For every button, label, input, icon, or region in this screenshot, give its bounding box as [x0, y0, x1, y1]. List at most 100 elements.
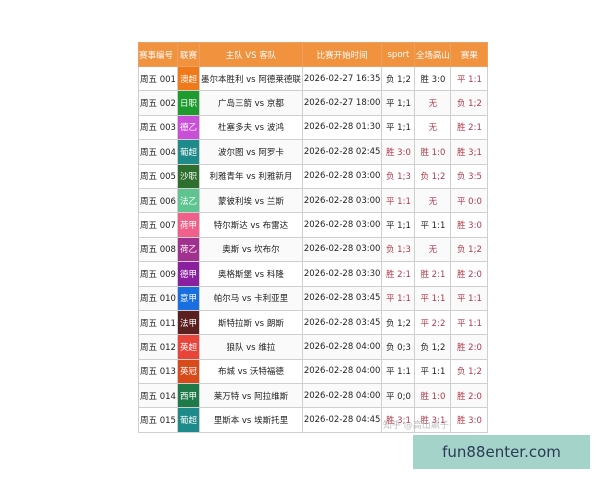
league-badge: 法甲 — [176, 309, 200, 336]
sport-pick: 平 1;1 — [381, 90, 416, 116]
match-result: 负 1;2 — [450, 236, 489, 263]
table-row: 周五 010 意甲 帕尔马 vs 卡利亚里 2026-02-28 03:45 平 1:1… — [138, 285, 489, 311]
league-badge: 英超 — [176, 334, 200, 360]
full-pick: 胜 3:0 — [414, 65, 452, 92]
sport-pick: 平 1:1 — [381, 285, 416, 311]
match-result: 胜 3:0 — [450, 212, 489, 238]
full-pick: 胜 1:0 — [414, 139, 452, 165]
full-pick: 负 1;2 — [414, 334, 452, 360]
match-time: 2026-02-28 03:00 — [301, 212, 383, 238]
full-pick: 无 — [414, 90, 452, 116]
match-time: 2026-02-28 03:45 — [301, 309, 383, 336]
match-teams: 莱万特 vs 阿拉维斯 — [198, 383, 303, 409]
match-time: 2026-02-28 03:00 — [301, 163, 383, 189]
table-row: 周五 009 德甲 奥格斯堡 vs 科隆 2026-02-28 03:30 胜 2:1 胜… — [138, 261, 489, 287]
match-time: 2026-02-27 16:35 — [301, 65, 383, 92]
match-time: 2026-02-27 18:00 — [301, 90, 383, 116]
full-pick: 胜 2:1 — [414, 261, 452, 287]
match-result: 胜 2:1 — [450, 114, 489, 141]
match-id: 周五 003 — [138, 114, 178, 141]
table-row: 周五 011 法甲 斯特拉斯 vs 朗斯 2026-02-28 03:45 负 1;2 平… — [138, 309, 489, 336]
table-row: 周五 014 西甲 莱万特 vs 阿拉维斯 2026-02-28 04:00 平 0;0… — [138, 383, 489, 409]
full-pick: 负 1;2 — [414, 163, 452, 189]
header-league: 联赛 — [176, 42, 200, 67]
match-table: 赛事编号 联赛 主队 VS 客队 比赛开始时间 sport 全场高山 赛果 周五… — [138, 42, 489, 433]
match-teams: 广岛三箭 vs 京都 — [198, 90, 303, 116]
match-id: 周五 005 — [138, 163, 178, 189]
table-row: 周五 006 法乙 蒙彼利埃 vs 兰斯 2026-02-28 03:00 平 1:1 无… — [138, 187, 489, 214]
sport-pick: 负 1;3 — [381, 236, 416, 263]
match-id: 周五 012 — [138, 334, 178, 360]
league-badge: 葡超 — [176, 139, 200, 165]
league-badge: 葡超 — [176, 407, 200, 433]
match-teams: 利雅青年 vs 利雅新月 — [198, 163, 303, 189]
full-pick: 平 1:1 — [414, 285, 452, 311]
match-time: 2026-02-28 02:45 — [301, 139, 383, 165]
sport-pick: 负 1;3 — [381, 163, 416, 189]
match-teams: 奥格斯堡 vs 科隆 — [198, 261, 303, 287]
match-result: 胜 2:0 — [450, 334, 489, 360]
match-id: 周五 007 — [138, 212, 178, 238]
match-teams: 帕尔马 vs 卡利亚里 — [198, 285, 303, 311]
league-badge: 荷甲 — [176, 212, 200, 238]
match-time: 2026-02-28 03:00 — [301, 187, 383, 214]
match-id: 周五 002 — [138, 90, 178, 116]
header-sport: sport — [381, 42, 416, 67]
match-id: 周五 008 — [138, 236, 178, 263]
table-row: 周五 001 澳超 墨尔本胜利 vs 阿德莱德联 2026-02-27 16:35 负 … — [138, 65, 489, 92]
match-id: 周五 006 — [138, 187, 178, 214]
full-pick: 平 1:1 — [414, 358, 452, 385]
match-result: 平 1:1 — [450, 285, 489, 311]
full-pick: 无 — [414, 187, 452, 214]
match-result: 负 3:5 — [450, 163, 489, 189]
match-result: 胜 2:0 — [450, 261, 489, 287]
match-id: 周五 001 — [138, 65, 178, 92]
match-id: 周五 004 — [138, 139, 178, 165]
full-pick: 平 2:2 — [414, 309, 452, 336]
match-result: 平 1:1 — [450, 309, 489, 336]
match-teams: 狼队 vs 维拉 — [198, 334, 303, 360]
match-result: 胜 2:0 — [450, 383, 489, 409]
sport-pick: 胜 3:0 — [381, 139, 416, 165]
match-id: 周五 011 — [138, 309, 178, 336]
match-result: 平 1:1 — [450, 65, 489, 92]
match-id: 周五 015 — [138, 407, 178, 433]
match-result: 胜 3:0 — [450, 407, 489, 433]
full-pick: 无 — [414, 236, 452, 263]
table-header: 赛事编号 联赛 主队 VS 客队 比赛开始时间 sport 全场高山 赛果 — [138, 42, 489, 67]
sport-pick: 负 1;2 — [381, 65, 416, 92]
league-badge: 法乙 — [176, 187, 200, 214]
full-pick: 胜 1:0 — [414, 383, 452, 409]
watermark: 知乎 @高山飙子 — [383, 421, 449, 431]
header-result: 赛果 — [450, 42, 489, 67]
league-badge: 西甲 — [176, 383, 200, 409]
match-result: 负 1;2 — [450, 90, 489, 116]
sport-pick: 平 1;1 — [381, 212, 416, 238]
league-badge: 沙职 — [176, 163, 200, 189]
sport-pick: 平 1;1 — [381, 114, 416, 141]
match-id: 周五 010 — [138, 285, 178, 311]
league-badge: 德乙 — [176, 114, 200, 141]
match-time: 2026-02-28 03:30 — [301, 261, 383, 287]
table-row: 周五 008 荷乙 奥斯 vs 坎布尔 2026-02-28 03:00 负 1;3 无负… — [138, 236, 489, 263]
table-row: 周五 002 日职 广岛三箭 vs 京都 2026-02-27 18:00 平 1;1 无… — [138, 90, 489, 116]
sport-pick: 胜 2:1 — [381, 261, 416, 287]
table-row: 周五 004 葡超 波尔图 vs 阿罗卡 2026-02-28 02:45 胜 3:0 胜… — [138, 139, 489, 165]
match-teams: 杜塞多夫 vs 波鸿 — [198, 114, 303, 141]
sport-pick: 负 0;3 — [381, 334, 416, 360]
match-teams: 里斯本 vs 埃斯托里 — [198, 407, 303, 433]
league-badge: 意甲 — [176, 285, 200, 311]
league-badge: 日职 — [176, 90, 200, 116]
sport-pick: 平 1:1 — [381, 187, 416, 214]
header-id: 赛事编号 — [138, 42, 178, 67]
sport-pick: 负 1;2 — [381, 309, 416, 336]
league-badge: 荷乙 — [176, 236, 200, 263]
match-time: 2026-02-28 04:00 — [301, 383, 383, 409]
league-badge: 澳超 — [176, 65, 200, 92]
match-teams: 斯特拉斯 vs 朗斯 — [198, 309, 303, 336]
match-teams: 奥斯 vs 坎布尔 — [198, 236, 303, 263]
match-time: 2026-02-28 03:45 — [301, 285, 383, 311]
table-row: 周五 003 德乙 杜塞多夫 vs 波鸿 2026-02-28 01:30 平 1;1 无… — [138, 114, 489, 141]
table-row: 周五 012 英超 狼队 vs 维拉 2026-02-28 04:00 负 0;3 负 1… — [138, 334, 489, 360]
table-row: 周五 013 英冠 布城 vs 沃特福德 2026-02-28 04:00 平 1:1 平… — [138, 358, 489, 385]
